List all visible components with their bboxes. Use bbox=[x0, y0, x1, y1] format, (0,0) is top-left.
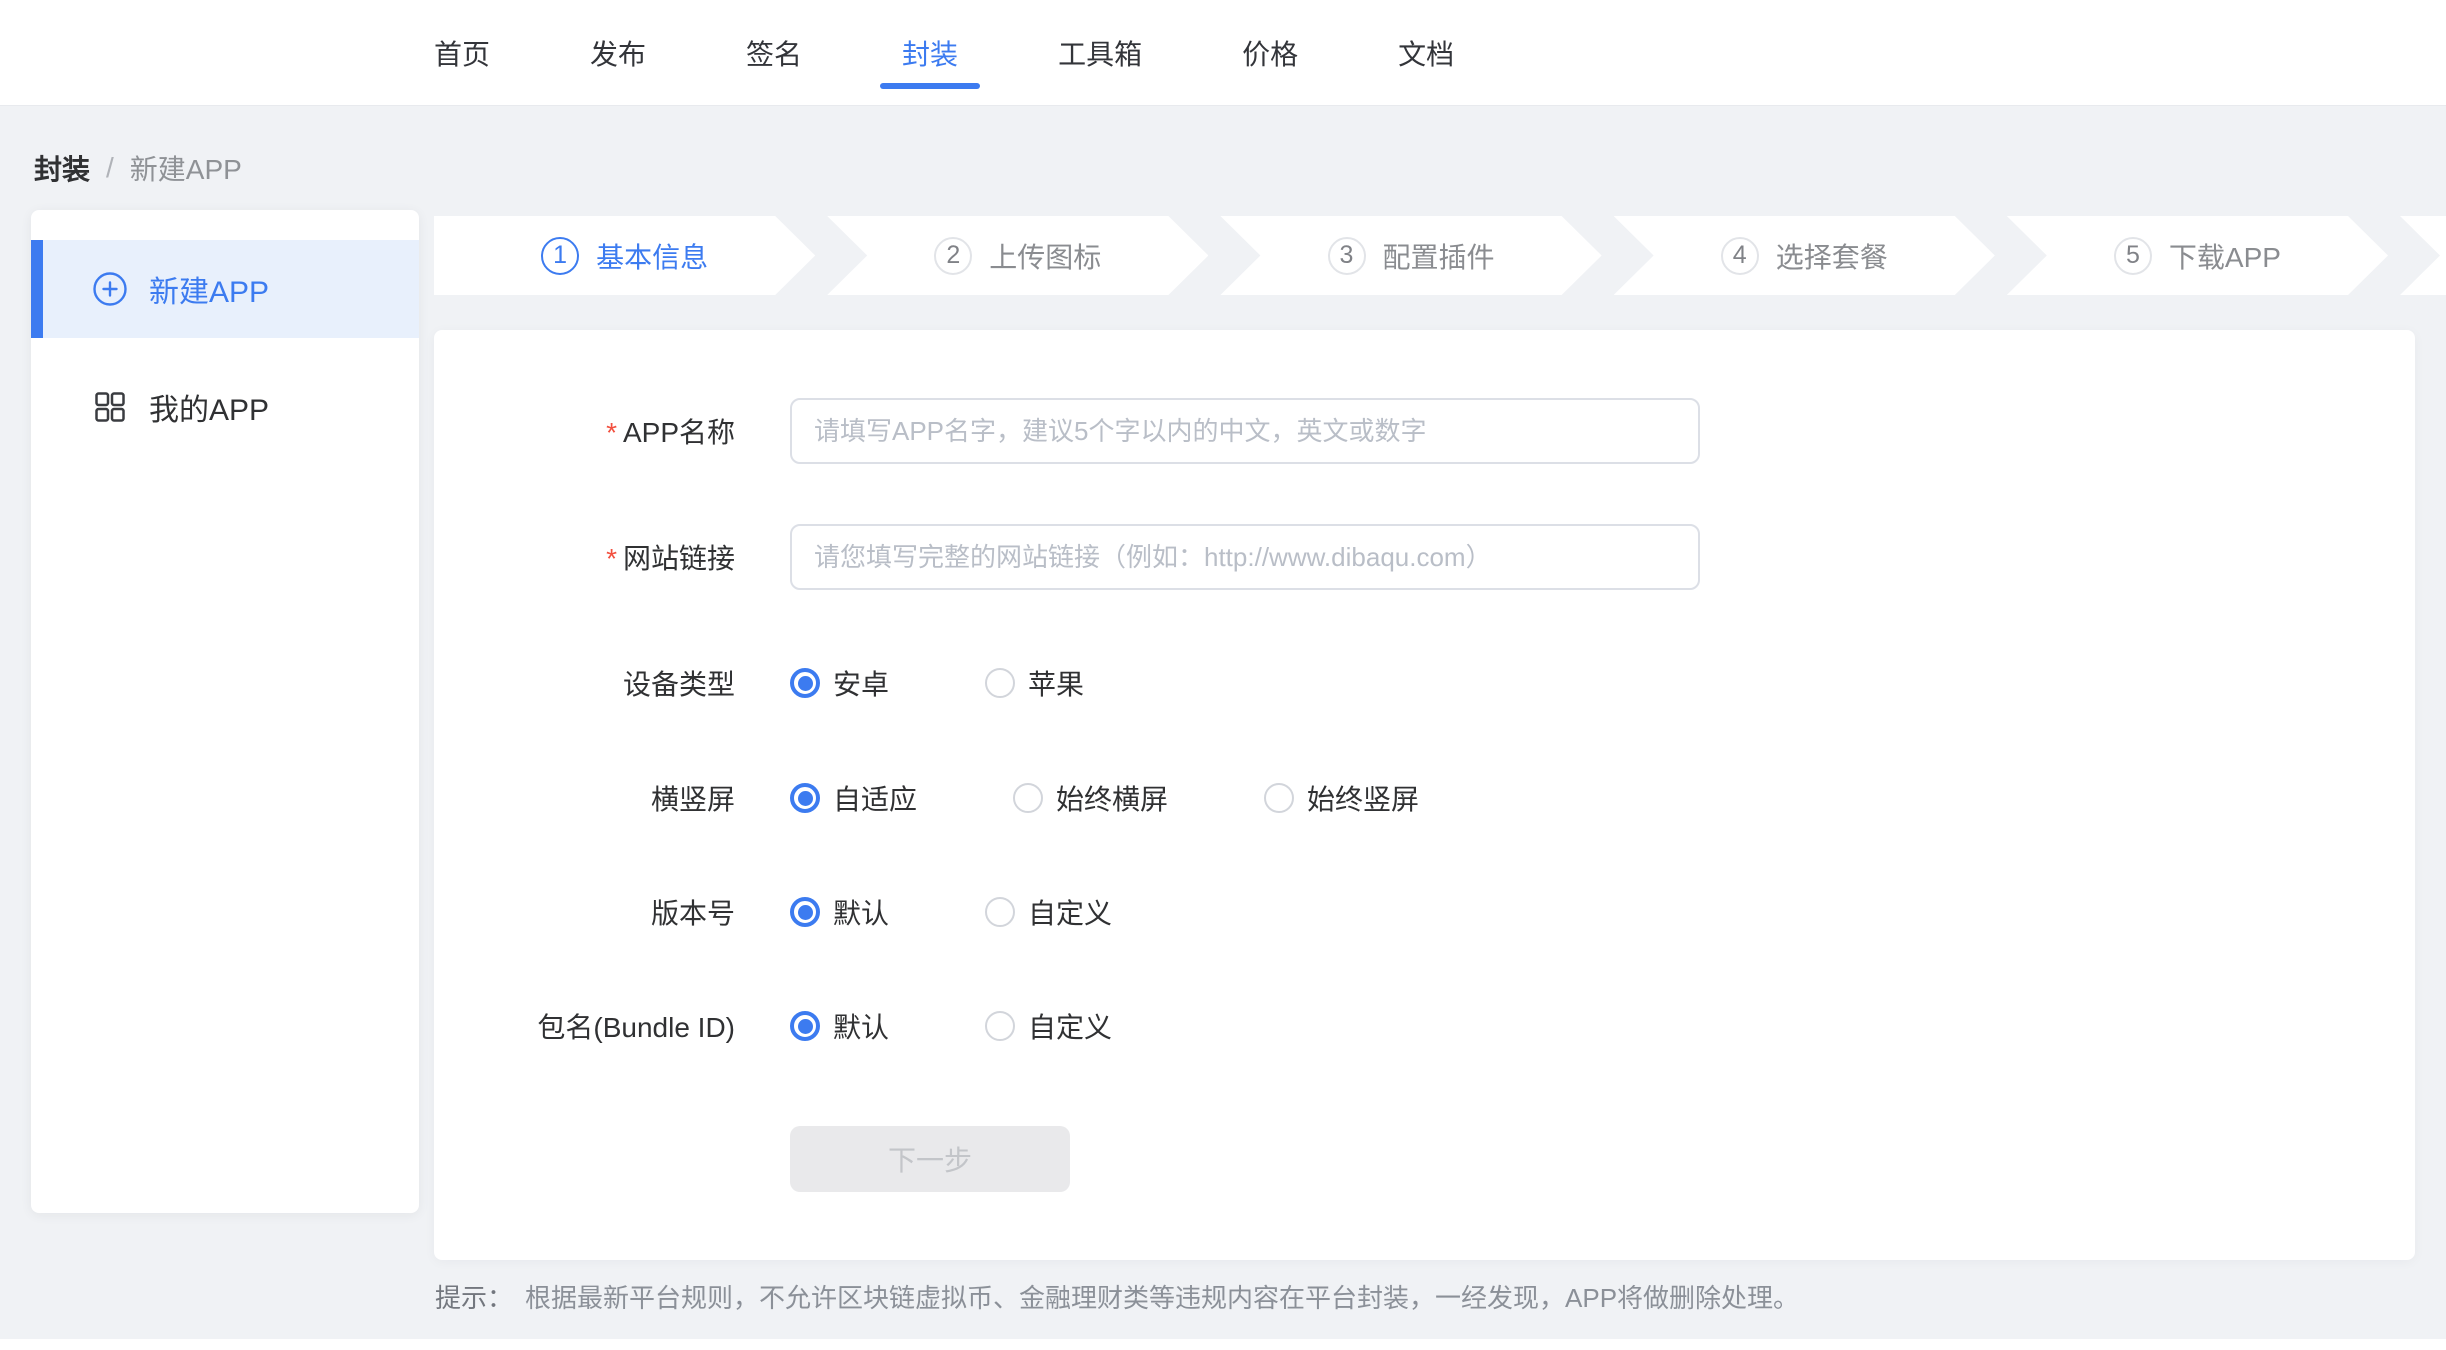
nav-item-home[interactable]: 首页 bbox=[434, 0, 490, 115]
field-label: 版本号 bbox=[500, 892, 735, 932]
basic-info-form: *APP名称 *网站链接 设备类型 安卓 苹果 横竖屏 自适应 bbox=[434, 330, 2415, 1260]
nav-item-publish[interactable]: 发布 bbox=[590, 0, 646, 115]
nav-item-package[interactable]: 封装 bbox=[902, 0, 958, 115]
step-number-badge: 3 bbox=[1328, 237, 1366, 275]
breadcrumb-package[interactable]: 封装 bbox=[34, 148, 90, 188]
radio-version-custom[interactable]: 自定义 bbox=[985, 892, 1112, 932]
step-label: 配置插件 bbox=[1383, 236, 1495, 276]
radio-label: 安卓 bbox=[833, 663, 889, 703]
radio-label: 自适应 bbox=[833, 778, 917, 818]
hint-prefix: 提示： bbox=[435, 1278, 513, 1315]
step-label: 选择套餐 bbox=[1776, 236, 1888, 276]
required-asterisk: * bbox=[606, 543, 617, 574]
form-row-device-type: 设备类型 安卓 苹果 bbox=[434, 663, 2415, 703]
plus-circle-icon bbox=[93, 272, 127, 306]
next-step-button[interactable]: 下一步 bbox=[790, 1126, 1070, 1192]
radio-selected-icon bbox=[790, 783, 820, 813]
radio-selected-icon bbox=[790, 1011, 820, 1041]
radio-label: 自定义 bbox=[1028, 892, 1112, 932]
required-asterisk: * bbox=[606, 417, 617, 448]
radio-label: 始终竖屏 bbox=[1307, 778, 1419, 818]
radio-auto-orientation[interactable]: 自适应 bbox=[790, 778, 917, 818]
top-header: 首页 发布 签名 封装 工具箱 价格 文档 bbox=[0, 0, 2446, 106]
site-url-input[interactable] bbox=[790, 524, 1700, 590]
breadcrumb-separator: / bbox=[106, 152, 114, 184]
radio-selected-icon bbox=[790, 897, 820, 927]
nav-item-toolbox[interactable]: 工具箱 bbox=[1058, 0, 1142, 115]
step-4-choose-plan: 4 选择套餐 bbox=[1614, 216, 1995, 295]
radio-label: 苹果 bbox=[1028, 663, 1084, 703]
sidebar-item-new-app[interactable]: 新建APP bbox=[31, 240, 419, 338]
nav-item-docs[interactable]: 文档 bbox=[1398, 0, 1454, 115]
step-number-badge: 2 bbox=[934, 237, 972, 275]
radio-always-landscape[interactable]: 始终横屏 bbox=[1013, 778, 1168, 818]
form-row-version: 版本号 默认 自定义 bbox=[434, 892, 2415, 932]
step-label: 下载APP bbox=[2169, 236, 2281, 276]
app-name-input[interactable] bbox=[790, 398, 1700, 464]
footer-strip bbox=[0, 1339, 2446, 1350]
step-5-download-app: 5 下载APP bbox=[2007, 216, 2388, 295]
field-label: 包名(Bundle ID) bbox=[500, 1006, 735, 1046]
sidebar-item-label: 新建APP bbox=[149, 267, 269, 311]
hint-text: 根据最新平台规则，不允许区块链虚拟币、金融理财类等违规内容在平台封装，一经发现，… bbox=[525, 1278, 1799, 1315]
nav-item-pricing[interactable]: 价格 bbox=[1242, 0, 1298, 115]
step-label: 上传图标 bbox=[989, 236, 1101, 276]
radio-circle-icon bbox=[985, 668, 1015, 698]
field-label: 横竖屏 bbox=[500, 778, 735, 818]
form-row-orientation: 横竖屏 自适应 始终横屏 始终竖屏 bbox=[434, 778, 2415, 818]
breadcrumb-new-app: 新建APP bbox=[130, 148, 242, 188]
field-label: *APP名称 bbox=[500, 411, 735, 451]
step-2-upload-icon: 2 上传图标 bbox=[827, 216, 1208, 295]
radio-bundle-default[interactable]: 默认 bbox=[790, 1006, 889, 1046]
radio-label: 默认 bbox=[833, 1006, 889, 1046]
step-number-badge: 5 bbox=[2114, 237, 2152, 275]
field-label: *网站链接 bbox=[500, 537, 735, 577]
step-1-basic-info: 1 基本信息 bbox=[434, 216, 815, 295]
step-wizard: 1 基本信息 2 上传图标 3 配置插件 4 选择套餐 5 下载APP bbox=[434, 216, 2446, 295]
sidebar: 新建APP 我的APP bbox=[31, 210, 419, 1213]
radio-always-portrait[interactable]: 始终竖屏 bbox=[1264, 778, 1419, 818]
form-row-app-name: *APP名称 bbox=[434, 398, 2415, 464]
radio-label: 自定义 bbox=[1028, 1006, 1112, 1046]
radio-circle-icon bbox=[1264, 783, 1294, 813]
radio-label: 始终横屏 bbox=[1056, 778, 1168, 818]
sidebar-item-label: 我的APP bbox=[149, 385, 269, 429]
radio-label: 默认 bbox=[833, 892, 889, 932]
nav-item-sign[interactable]: 签名 bbox=[746, 0, 802, 115]
main-nav: 首页 发布 签名 封装 工具箱 价格 文档 bbox=[0, 0, 2446, 105]
form-row-bundle-id: 包名(Bundle ID) 默认 自定义 bbox=[434, 1006, 2415, 1046]
step-number-badge: 1 bbox=[541, 237, 579, 275]
radio-android[interactable]: 安卓 bbox=[790, 663, 889, 703]
radio-circle-icon bbox=[1013, 783, 1043, 813]
field-label: 设备类型 bbox=[500, 663, 735, 703]
sidebar-item-my-apps[interactable]: 我的APP bbox=[31, 358, 419, 456]
step-label: 基本信息 bbox=[596, 236, 708, 276]
radio-ios[interactable]: 苹果 bbox=[985, 663, 1084, 703]
radio-selected-icon bbox=[790, 668, 820, 698]
radio-circle-icon bbox=[985, 1011, 1015, 1041]
step-wizard-filler bbox=[2400, 216, 2446, 295]
radio-bundle-custom[interactable]: 自定义 bbox=[985, 1006, 1112, 1046]
step-3-configure-plugins: 3 配置插件 bbox=[1220, 216, 1601, 295]
radio-circle-icon bbox=[985, 897, 1015, 927]
form-row-site-url: *网站链接 bbox=[434, 524, 2415, 590]
radio-version-default[interactable]: 默认 bbox=[790, 892, 889, 932]
form-actions: 下一步 bbox=[434, 1126, 2415, 1192]
step-number-badge: 4 bbox=[1721, 237, 1759, 275]
grid-icon bbox=[93, 390, 127, 424]
platform-rules-hint: 提示： 根据最新平台规则，不允许区块链虚拟币、金融理财类等违规内容在平台封装，一… bbox=[435, 1278, 1799, 1315]
breadcrumb: 封装 / 新建APP bbox=[34, 148, 242, 188]
